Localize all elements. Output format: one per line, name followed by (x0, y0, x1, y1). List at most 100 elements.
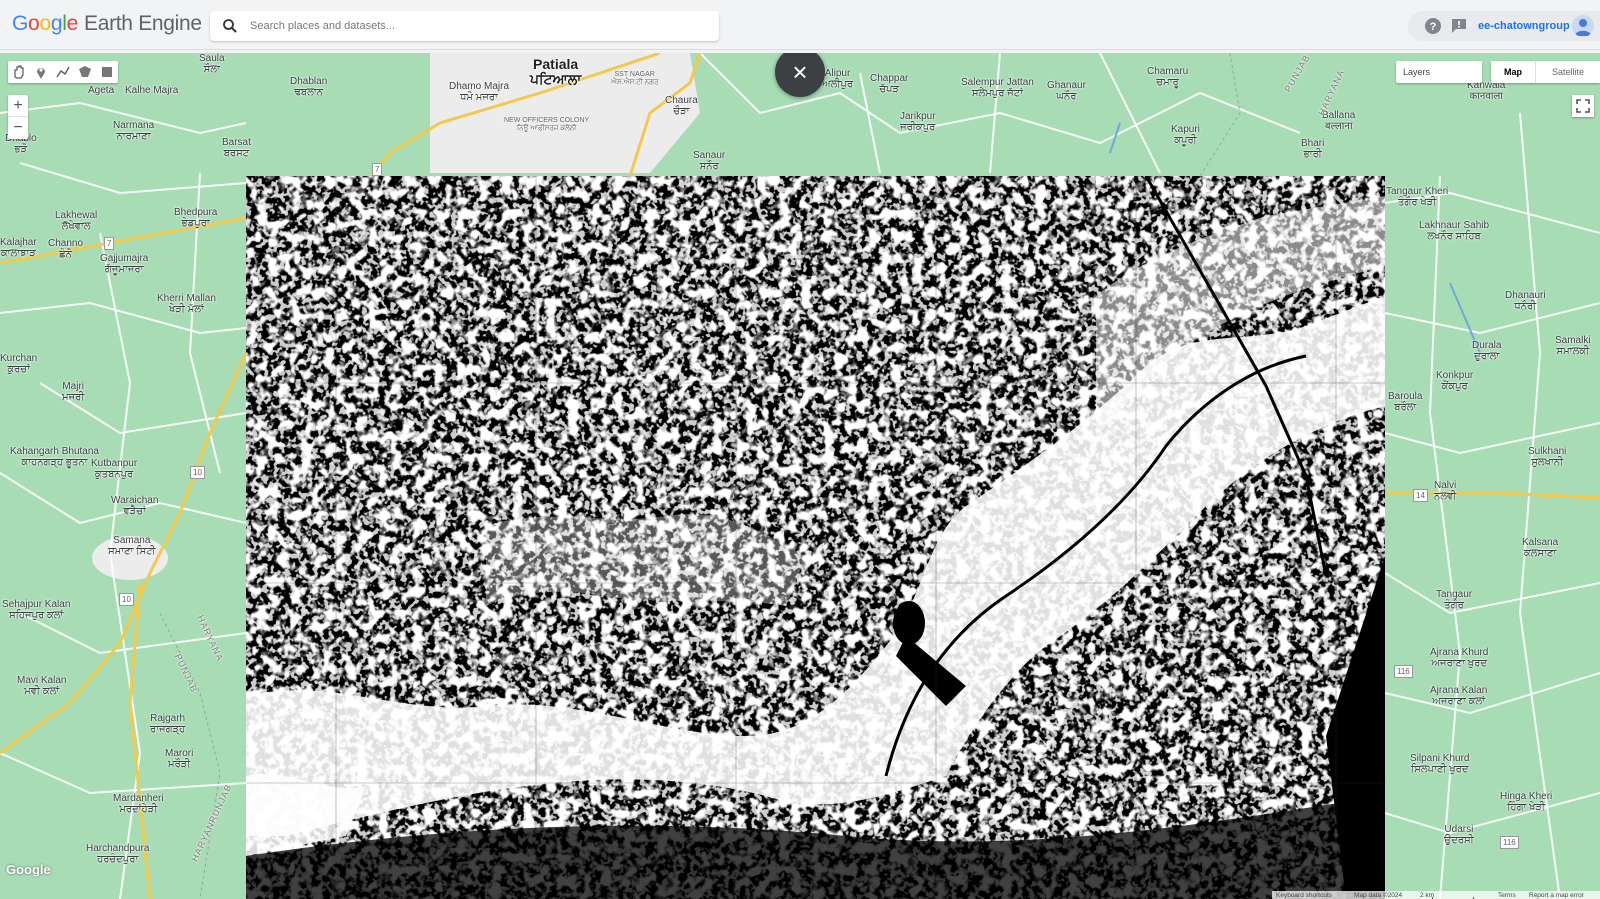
place-label-locality: NEW OFFICERS COLONY ਨਿਊ ਆਫੀਸਰਜ਼ ਕਲੋਨੀ (504, 117, 590, 132)
fullscreen-icon (1576, 99, 1590, 113)
zoom-in-button[interactable]: + (8, 95, 28, 117)
raster-image-layer (246, 176, 1385, 899)
logo-letter: G (12, 12, 29, 35)
hand-icon[interactable] (10, 63, 28, 81)
place-label: Tangaur Kheri ਤੰਗੌਰ ਖੇੜੀ (1386, 186, 1449, 208)
map-type-satellite-button[interactable]: Satellite (1535, 61, 1600, 83)
place-label: Saula ਸੌਲਾ (199, 53, 225, 75)
place-label: Ageta (88, 85, 115, 96)
place-label: Ghanaur ਘਨੌਰ (1047, 80, 1086, 102)
terms-link[interactable]: Terms (1498, 891, 1516, 899)
place-label: Alipur ਅਲੀਪੁਰ (822, 68, 854, 90)
road-shield: 116 (1394, 665, 1413, 678)
place-label: Majri ਮਜਰੀ (62, 381, 85, 403)
place-label: Marori ਮਰੌੜੀ (165, 748, 194, 770)
search-input[interactable] (250, 11, 710, 41)
road-shield: 116 (1500, 836, 1519, 849)
place-label: Udarsi ਉਦਰਸੀ (1444, 824, 1474, 846)
place-label: Samana ਸਮਾਣਾ ਸਿਟੀ (108, 535, 156, 557)
place-label: Chappar ਚੱਪੜ (870, 73, 909, 95)
line-icon[interactable] (54, 63, 72, 81)
place-label: Kanwala कानवाला (1467, 80, 1506, 102)
place-label: Samalki ਸਮਾਲਕੀ (1555, 335, 1591, 357)
map-type-map-button[interactable]: Map (1491, 61, 1535, 83)
place-label: Dhablan ਢਬਲਾਨ (290, 76, 328, 98)
rectangle-icon[interactable] (98, 63, 116, 81)
place-label: Rajgarh ਰਾਜਗੜ੍ਹ (150, 713, 186, 735)
place-label: Kurchan ਕੁਰਚਾਂ (0, 353, 38, 375)
place-label: Hinga Kheri ਹਿੰਗਾ ਖੇੜੀ (1500, 791, 1553, 813)
place-label-major: Patiala ਪਟਿਆਲਾ (530, 56, 582, 87)
fullscreen-button[interactable] (1572, 95, 1594, 117)
google-watermark: Google (6, 862, 51, 877)
place-label: Harchandpura ਹਰਚੰਦਪੁਰਾ (86, 843, 150, 865)
binary-classification-raster (246, 176, 1385, 899)
report-map-error-link[interactable]: Report a map error (1529, 891, 1584, 899)
polygon-icon[interactable] (76, 63, 94, 81)
map-data-text: Map data ©2024 (1354, 892, 1403, 899)
road-shield: 7 (104, 237, 115, 250)
place-label: Kutbanpur ਕੁਤਬਨਪੁਰ (91, 458, 138, 480)
place-label: Bhedpura ਭੇਡਪੁਰਾ (174, 207, 218, 229)
place-label: Salempur Jattan ਸਲੇਮਪੁਰ ਜੱਟਾਂ (961, 77, 1034, 99)
place-label: Konkpur ਕੋਂਕਪੁਰ (1436, 370, 1474, 392)
drawing-tools (8, 61, 118, 83)
logo-letter: e (66, 12, 79, 35)
place-label: Chaura ਚੌੜਾ (665, 95, 698, 117)
place-label: Tangaur ਤੰਗੌਰ (1436, 589, 1473, 611)
app-header: GoogleEarth Engine ? ee-chatowngroup (0, 0, 1600, 50)
help-icon[interactable]: ? (1424, 17, 1442, 35)
road-shield: 14 (1413, 489, 1428, 502)
place-label: Barsat ਬਰਸਟ (222, 137, 251, 159)
place-label: Kherri Mallan ਖੇੜੀ ਮੱਲਾਂ (157, 293, 216, 315)
map-attribution: Keyboard shortcuts Map data ©2024 2 km T… (1272, 891, 1600, 899)
logo-product-name: Earth Engine (83, 12, 202, 35)
road-shield: 10 (119, 593, 134, 606)
map-type-toggle: Map Satellite (1491, 61, 1600, 83)
place-label: Durala ਦੁਰਾਲਾ (1472, 340, 1502, 362)
search-box[interactable] (210, 11, 719, 41)
place-label: Mardanheri ਮਰਦਾਂਹੇੜੀ (113, 793, 164, 815)
header-account-area: ? ee-chatowngroup (1408, 11, 1600, 41)
place-label: Sehajpur Kalan ਸਹਿਜਪੁਰ ਕਲਾਂ (2, 599, 71, 621)
place-label: Sanaur ਸਨੌਰ (693, 150, 726, 172)
place-label: Mavi Kalan ਮਵੀ ਕਲਾਂ (17, 675, 67, 697)
place-label-locality: SST NAGAR ਐਸ.ਐਸ.ਟੀ ਨਗਰ (611, 71, 659, 86)
keyboard-shortcuts-link[interactable]: Keyboard shortcuts (1276, 891, 1332, 899)
place-label: Channo ਛੰਨੋ (48, 238, 84, 260)
road-shield: 10 (190, 466, 205, 479)
place-label: Silpani Khurd ਸਿਲਪਾਣੀ ਖੁਰਦ (1410, 753, 1470, 775)
marker-icon[interactable] (32, 63, 50, 81)
logo-letter: o (28, 12, 40, 35)
place-label: Kahangarh Bhutana ਕਾਹਨਗੜ੍ਹ ਭੂਤਨਾ (10, 446, 99, 468)
place-label: Kalajhar ਕਾਲਾਝਾੜ (0, 237, 37, 259)
place-label: Baroula ਬਰੌਲਾ (1388, 391, 1423, 413)
place-label: Kapuri ਕਪੂਰੀ (1171, 124, 1200, 146)
google-earth-engine-logo[interactable]: Google Earth Engine (12, 12, 202, 36)
avatar-icon[interactable] (1572, 15, 1594, 37)
place-label: Ajrana Kalan ਅਜਰਾਣਾ ਕਲਾਂ (1430, 685, 1488, 707)
feedback-icon[interactable] (1450, 17, 1468, 35)
zoom-out-button[interactable]: − (8, 117, 28, 139)
road-shield: 7 (372, 163, 383, 176)
account-name-button[interactable]: ee-chatowngroup (1474, 15, 1574, 37)
place-label: Kalsana ਕਲਸਾਣਾ (1522, 537, 1559, 559)
map-canvas[interactable]: Saula ਸੌਲਾ Dhablan ਢਬਲਾਨ Dhamo Majra ਧਮੋ ਮਜ… (0, 53, 1600, 899)
svg-text:?: ? (1430, 21, 1437, 33)
place-label: Jarikpur ਜਰੀਕਪੁਰ (900, 111, 936, 133)
place-label: Narmana ਨਾਰਮਾਣਾ (113, 120, 155, 142)
place-label: Kalhe Majra (125, 85, 179, 96)
logo-letter: o (39, 12, 51, 35)
place-label: Ajrana Khurd ਅਜਰਾਣਾ ਖੁਰਦ (1430, 647, 1489, 669)
place-label: Dhanauri ਧਨੌਰੀ (1505, 290, 1546, 312)
place-label: Bhari ਭਾਰੀ (1301, 138, 1325, 160)
place-label: Sulkhani ਸੁਲਖਾਨੀ (1528, 446, 1567, 468)
place-label: Chamaru ਚਮਾਰੂ (1147, 66, 1189, 88)
place-label: Gajjumajra ਗੱਜੂਮਾਜਰਾ (100, 253, 149, 275)
place-label: Lakhewal ਲੱਖੇਵਾਲ (55, 210, 98, 232)
zoom-control: + − (8, 95, 28, 139)
layers-dropdown[interactable]: Layers (1396, 61, 1482, 83)
place-label: Lakhnaur Sahib ਲਖਨੌਰ ਸਾਹਿਬ (1419, 220, 1490, 242)
search-icon (223, 19, 237, 33)
place-label: Waraichan ਵੜੈਚਾਂ (111, 495, 159, 517)
